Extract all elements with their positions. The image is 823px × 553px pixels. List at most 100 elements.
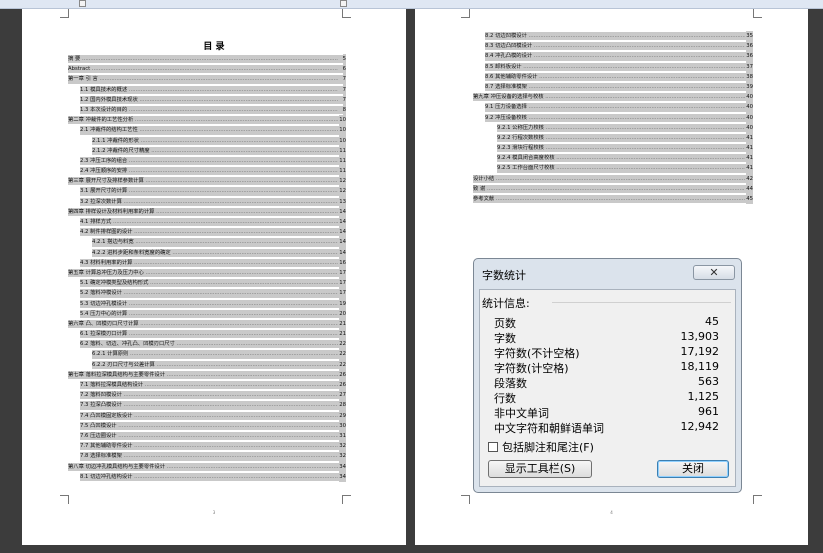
toc-entry[interactable]: 2.3 冲压工序的组合11: [68, 155, 346, 167]
toc-entry[interactable]: 8.3 切边凸凹模设计36: [473, 41, 753, 52]
toc-entry[interactable]: 第七章 落料拉深模具结构与主要零件设计26: [68, 369, 346, 381]
toc-entry-text: 第四章 排样设计及材料利用率的计算: [68, 207, 338, 217]
dialog-title: 字数统计: [482, 269, 526, 282]
toc-entry-page: 41: [746, 163, 753, 174]
toc-entry[interactable]: 致 谢44: [473, 183, 753, 195]
toc-entry-page: 17: [339, 288, 346, 299]
toc-entry[interactable]: 7.4 凸凹模固定板设计29: [68, 410, 346, 421]
toc-entry[interactable]: 7.3 拉深凸模设计28: [68, 400, 346, 411]
stat-label: 行数: [494, 392, 516, 405]
toc-entry[interactable]: 参考文献45: [473, 194, 753, 205]
show-toolbar-button[interactable]: 显示工具栏(S): [488, 460, 592, 478]
toc-entry[interactable]: 4.2.1 搭边与料宽14: [68, 237, 346, 248]
toc-entry-page: 34: [339, 461, 346, 472]
toc-entry[interactable]: 7.2 落料凹模设计27: [68, 390, 346, 401]
toc-entry[interactable]: 9.2.5 工作台面尺寸校核41: [473, 163, 753, 174]
toc-entry-page: 12: [339, 176, 346, 187]
toc-entry-text: 3.2 拉深次数计算: [80, 197, 338, 207]
toc-entry[interactable]: 8.6 其他辅助零件设计38: [473, 71, 753, 82]
horizontal-ruler[interactable]: [0, 0, 823, 9]
toc-entry-page: 17: [339, 278, 346, 289]
toc-entry[interactable]: 5.2 落料冲模设计17: [68, 288, 346, 299]
toc-entry[interactable]: 8.4 冲孔凸模的设计36: [473, 51, 753, 62]
toc-entry[interactable]: 7.5 凸凹模设计30: [68, 420, 346, 431]
toc-entry[interactable]: 5.1 确定冲模类型及结构形式17: [68, 278, 346, 289]
toc-entry[interactable]: 8.5 卸料板设计37: [473, 61, 753, 72]
toc-entry[interactable]: 9.1 压力设备选择40: [473, 102, 753, 113]
toc-entry[interactable]: 1.2 国内外模具技术现状 7: [68, 94, 346, 105]
toc-entry[interactable]: 7.1 落料拉深模具结构设计26: [68, 380, 346, 391]
toc-entry[interactable]: 第九章 冲压设备的选择与校核40: [473, 92, 753, 103]
toc-entry[interactable]: 第二章 冲裁件的工艺性分析10: [68, 115, 346, 126]
close-button[interactable]: 关闭: [657, 460, 729, 478]
stat-label: 页数: [494, 317, 516, 330]
toc-entry[interactable]: 4.3 材料利用率的计算16: [68, 257, 346, 268]
toc-entry[interactable]: 摘 要 5: [68, 54, 346, 65]
group-divider: [552, 302, 731, 303]
include-footnotes-checkbox[interactable]: 包括脚注和尾注(F): [488, 439, 594, 455]
toc-entry[interactable]: 4.2.2 进料步距和条料宽度的确定14: [68, 247, 346, 258]
toc-entry-page: 22: [339, 349, 346, 360]
toc-entry[interactable]: 6.2 落料、切边、冲孔凸、凹模刃口尺寸22: [68, 339, 346, 350]
toc-entry[interactable]: 3.2 拉深次数计算13: [68, 196, 346, 207]
toc-entry[interactable]: 7.6 压边圈设计31: [68, 430, 346, 442]
toc-entry-text: 摘 要: [68, 54, 338, 64]
toc-entry[interactable]: 2.4 冲压顺序的安排11: [68, 166, 346, 177]
document-page-3[interactable]: 目 录 摘 要5Abstract6第一章 引 言71.1 模具技术的概述71.2…: [22, 9, 406, 545]
toc-entry[interactable]: 4.1 排样方式14: [68, 217, 346, 228]
right-margin-marker-icon[interactable]: [340, 0, 347, 7]
indent-marker-icon[interactable]: [79, 0, 86, 7]
toc-entry[interactable]: 9.2.2 行程次数校核41: [473, 132, 753, 144]
toc-entry[interactable]: 1.1 模具技术的概述 7: [68, 84, 346, 95]
page-number: 3: [212, 510, 216, 515]
toc-entry[interactable]: 6.2.2 刃口尺寸与公差计算22: [68, 359, 346, 370]
toc-entry[interactable]: 5.3 切边冲孔模设计19: [68, 298, 346, 309]
checkbox-icon[interactable]: [488, 442, 498, 452]
toc-entry[interactable]: 7.8 选择标准模架32: [68, 451, 346, 462]
toc-entry[interactable]: 4.2 制件排样图的设计14: [68, 227, 346, 238]
toc-entry-page: 11: [339, 166, 346, 177]
toc-entry-text: 4.2.1 搭边与料宽: [92, 237, 338, 247]
toc-entry[interactable]: 2.1 冲裁件的结构工艺性10: [68, 125, 346, 136]
toc-entry[interactable]: 第五章 计算总冲压力及压力中心17: [68, 267, 346, 279]
toc-entry[interactable]: 8.7 选择标准模架39: [473, 81, 753, 93]
toc-entry-text: 3.1 展开尺寸的计算: [80, 186, 338, 196]
toc-entry[interactable]: 第一章 引 言 7: [68, 74, 346, 85]
toc-entry-text: 5.1 确定冲模类型及结构形式: [80, 278, 338, 288]
toc-entry-page: 20: [339, 308, 346, 319]
stat-value: 12,942: [680, 420, 720, 433]
toc-entry-text: 6.2.2 刃口尺寸与公差计算: [92, 360, 338, 370]
toc-entry[interactable]: 第三章 展开尺寸及排样参数计算12: [68, 176, 346, 187]
stat-row: 字符数(不计空格) 17,192: [494, 345, 719, 360]
toc-entry-text: 5.4 压力中心的计算: [80, 309, 338, 319]
toc-entry[interactable]: 5.4 压力中心的计算20: [68, 308, 346, 319]
toc-entry-text: 2.1.2 冲裁件的尺寸精度: [92, 146, 338, 156]
toc-entry-text: 致 谢: [473, 184, 745, 194]
toc-entry[interactable]: 第四章 排样设计及材料利用率的计算14: [68, 206, 346, 218]
toc-entry[interactable]: 6.2.1 计算原则22: [68, 349, 346, 360]
toc-entry[interactable]: Abstract 6: [68, 64, 346, 75]
crop-mark-icon: [753, 9, 762, 18]
toc-entry[interactable]: 8.2 切边凹模设计35: [473, 31, 753, 42]
toc-entry[interactable]: 9.2.4 模具闭合高度校核41: [473, 153, 753, 164]
toc-entry[interactable]: 设计小结42: [473, 173, 753, 184]
toc-entry[interactable]: 9.2 冲压设备校核40: [473, 112, 753, 123]
toc-entry[interactable]: 第六章 凸、凹模刃口尺寸计算21: [68, 318, 346, 330]
toc-entry-text: 7.3 拉深凸模设计: [80, 400, 338, 410]
toc-entry[interactable]: 2.1.1 冲裁件的形状10: [68, 135, 346, 146]
toc-entry[interactable]: 1.3 本次设计的目的 8: [68, 104, 346, 116]
toc-entry[interactable]: 6.1 拉深模刃口计算21: [68, 329, 346, 340]
toc-entry[interactable]: 8.1 切边冲孔结构设计34: [68, 471, 346, 482]
toc-entry[interactable]: 9.2.1 公称压力校核40: [473, 122, 753, 133]
toc-entry[interactable]: 7.7 其他辅助零件设计32: [68, 441, 346, 452]
close-icon[interactable]: ✕: [693, 265, 735, 280]
toc-entry[interactable]: 第八章 切边冲孔模具结构与主要零件设计34: [68, 461, 346, 472]
toc-entry[interactable]: 3.1 展开尺寸的计算12: [68, 186, 346, 197]
toc-list-left: 摘 要5Abstract6第一章 引 言71.1 模具技术的概述71.2 国内外…: [68, 54, 346, 482]
toc-entry[interactable]: 9.2.3 滑块行程校核41: [473, 143, 753, 154]
toc-entry-text: 8.4 冲孔凸模的设计: [485, 51, 745, 61]
stat-value: 961: [698, 405, 719, 418]
toc-entry[interactable]: 2.1.2 冲裁件的尺寸精度11: [68, 145, 346, 156]
toc-entry-page: 38: [746, 71, 753, 82]
crop-mark-icon: [342, 495, 351, 504]
